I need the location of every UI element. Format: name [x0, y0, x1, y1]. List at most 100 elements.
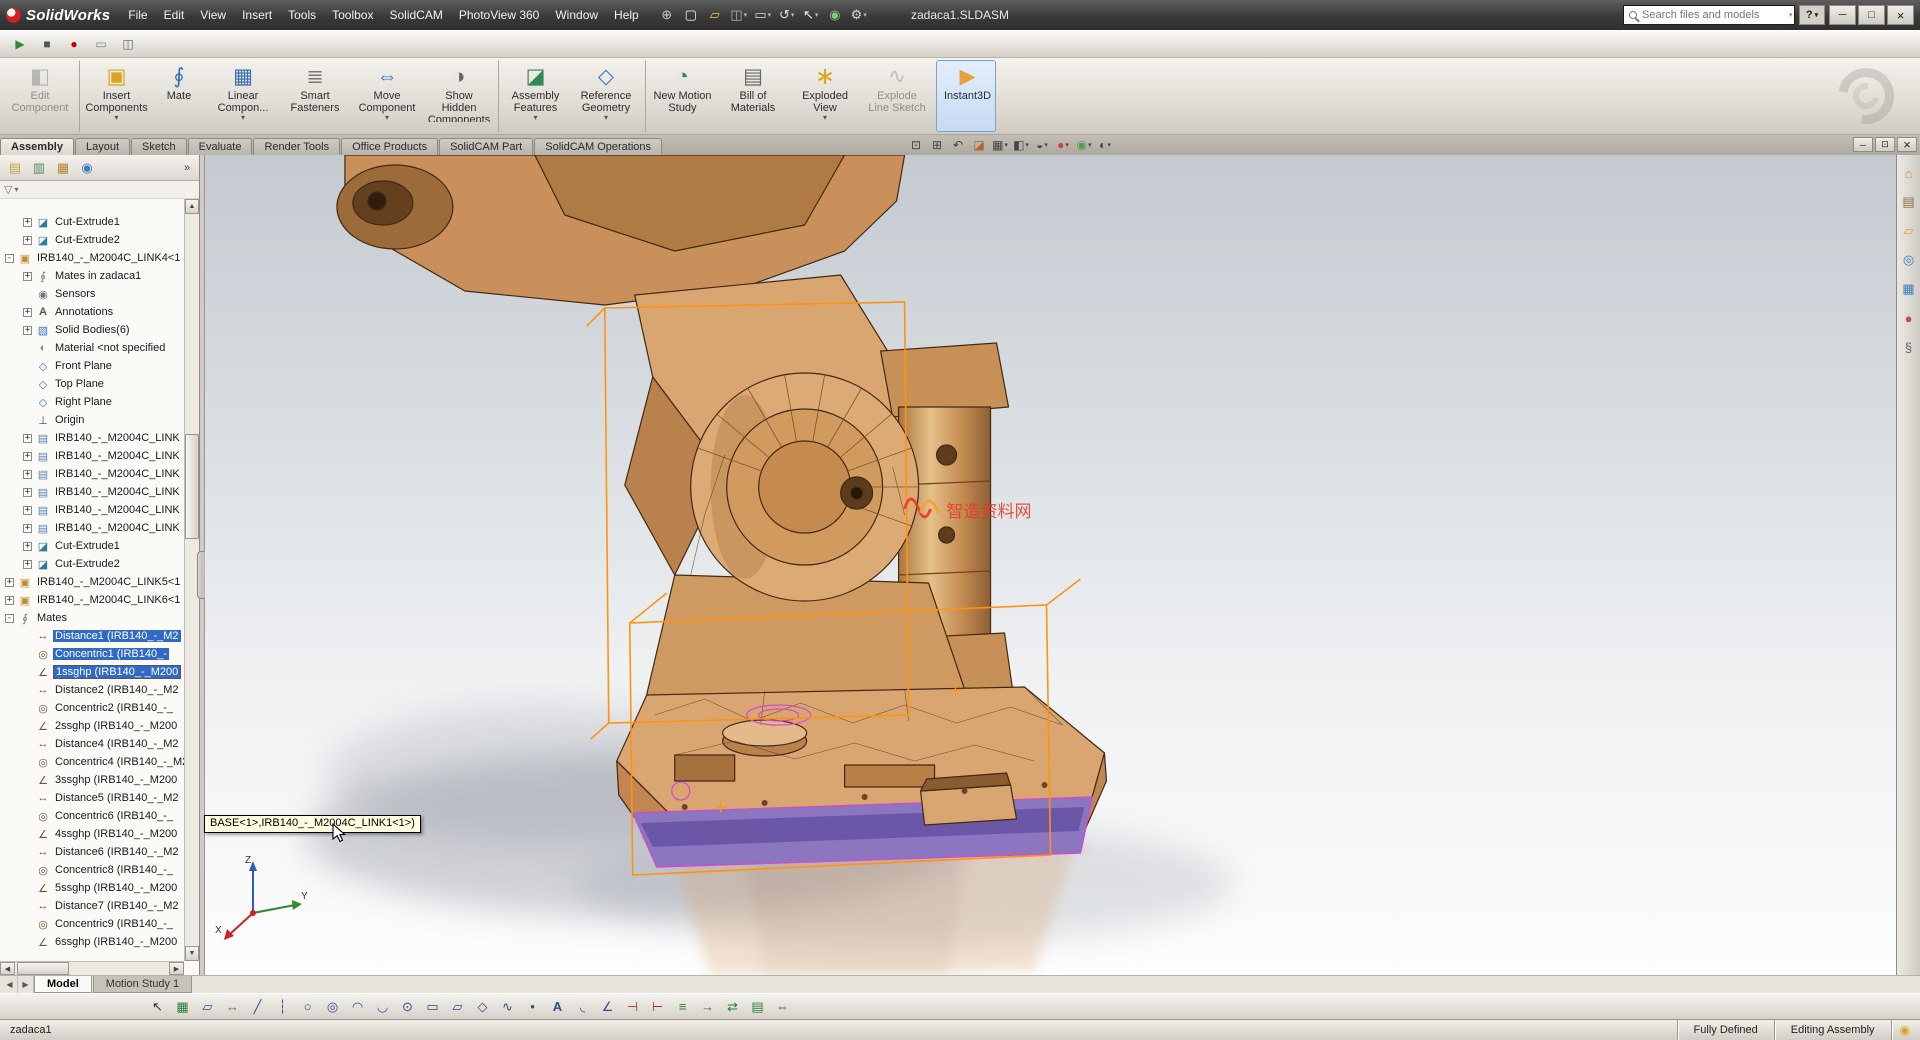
ribbon-button[interactable]: Assembly Features ▾: [498, 60, 570, 132]
rebuild-icon[interactable]: [823, 4, 847, 26]
hide-show-items-icon[interactable]: [1032, 136, 1052, 154]
circle-icon[interactable]: [296, 996, 319, 1017]
tree-row[interactable]: + Solid Bodies(6): [0, 321, 184, 339]
convert-entities-icon[interactable]: [696, 996, 719, 1017]
tree-row[interactable]: + Cut-Extrude2: [0, 231, 184, 249]
sketch-grid-icon[interactable]: [171, 996, 194, 1017]
expander-icon[interactable]: +: [23, 524, 32, 533]
expand-panel-icon[interactable]: [179, 162, 195, 174]
text-icon[interactable]: [546, 996, 569, 1017]
new-macro-icon[interactable]: [89, 33, 113, 55]
ribbon-button[interactable]: Mate ▾: [151, 60, 207, 132]
scroll-up-icon[interactable]: ▲: [185, 199, 199, 214]
stop-icon[interactable]: [35, 33, 59, 55]
chamfer-icon[interactable]: [596, 996, 619, 1017]
line-icon[interactable]: [246, 996, 269, 1017]
command-tab[interactable]: Assembly: [0, 138, 74, 155]
command-tab[interactable]: SolidCAM Part: [439, 138, 533, 155]
view-palette-icon[interactable]: [1899, 279, 1919, 299]
command-tab[interactable]: Office Products: [341, 138, 438, 155]
tree-row[interactable]: - Mates: [0, 609, 184, 627]
chevron-down-icon[interactable]: ▾: [114, 114, 118, 122]
ribbon-button[interactable]: Smart Fasteners ▾: [279, 60, 351, 132]
section-view-icon[interactable]: [969, 136, 989, 154]
pin-icon[interactable]: [655, 4, 679, 26]
tree-row[interactable]: Concentric6 (IRB140_-_: [0, 807, 184, 825]
ribbon-button[interactable]: Bill of Materials ▾: [717, 60, 789, 132]
command-tab[interactable]: Layout: [75, 138, 130, 155]
property-manager-icon[interactable]: [28, 158, 50, 178]
zoom-area-icon[interactable]: [927, 136, 947, 154]
tree-row[interactable]: Concentric8 (IRB140_-_: [0, 861, 184, 879]
expander-icon[interactable]: +: [23, 308, 32, 317]
scroll-right-icon[interactable]: ▶: [169, 962, 184, 975]
menu-item[interactable]: File: [120, 4, 155, 26]
expander-icon[interactable]: +: [23, 470, 32, 479]
appearances-icon[interactable]: [1899, 308, 1919, 328]
chevron-down-icon[interactable]: ▾: [14, 185, 18, 194]
ribbon-button[interactable]: New Motion Study ▾: [645, 60, 717, 132]
tree-row[interactable]: Distance6 (IRB140_-_M2: [0, 843, 184, 861]
tree-row[interactable]: Concentric1 (IRB140_-: [0, 645, 184, 663]
document-tab[interactable]: Model: [34, 976, 92, 993]
configuration-manager-icon[interactable]: [52, 158, 74, 178]
previous-view-icon[interactable]: [948, 136, 968, 154]
expander-icon[interactable]: +: [23, 452, 32, 461]
open-icon[interactable]: [703, 4, 727, 26]
offset-icon[interactable]: [671, 996, 694, 1017]
tree-row[interactable]: + Annotations: [0, 303, 184, 321]
extend-icon[interactable]: [646, 996, 669, 1017]
options-icon[interactable]: [847, 4, 871, 26]
rectangle-icon[interactable]: [421, 996, 444, 1017]
expander-icon[interactable]: +: [23, 542, 32, 551]
maximize-icon[interactable]: [1858, 5, 1885, 25]
ribbon-button[interactable]: Move Component ▾: [351, 60, 423, 132]
display-style-icon[interactable]: [1011, 136, 1031, 154]
point-icon[interactable]: [521, 996, 544, 1017]
feature-manager-icon[interactable]: [4, 158, 26, 178]
tree-row[interactable]: Concentric2 (IRB140_-_: [0, 699, 184, 717]
expander-icon[interactable]: +: [23, 488, 32, 497]
parallelogram-icon[interactable]: [446, 996, 469, 1017]
ribbon-button[interactable]: Instant3D ▾: [936, 60, 996, 132]
ribbon-button[interactable]: Linear Compon... ▾: [207, 60, 279, 132]
ribbon-button[interactable]: Show Hidden Components ▾: [423, 60, 495, 132]
scrollbar-thumb[interactable]: [17, 962, 69, 975]
expander-icon[interactable]: +: [23, 236, 32, 245]
fillet-icon[interactable]: [571, 996, 594, 1017]
select-icon[interactable]: [146, 996, 169, 1017]
help-button[interactable]: ?: [1799, 5, 1825, 25]
undo-icon[interactable]: [775, 4, 799, 26]
chevron-down-icon[interactable]: ▾: [604, 114, 608, 122]
view-settings-icon[interactable]: [1095, 136, 1115, 154]
apply-scene-icon[interactable]: [1074, 136, 1094, 154]
tree-row[interactable]: + IRB140_-_M2004C_LINK: [0, 447, 184, 465]
search-results-icon[interactable]: [1899, 250, 1919, 270]
tree-row[interactable]: + Mates in zadaca1: [0, 267, 184, 285]
document-tab[interactable]: Motion Study 1: [93, 976, 192, 993]
chevron-down-icon[interactable]: ▾: [823, 114, 827, 122]
design-library-icon[interactable]: [1899, 192, 1919, 212]
ribbon-button[interactable]: Reference Geometry ▾: [570, 60, 642, 132]
menu-item[interactable]: Toolbox: [324, 4, 381, 26]
expander-icon[interactable]: +: [23, 326, 32, 335]
tree-row[interactable]: 4ssghp (IRB140_-_M200: [0, 825, 184, 843]
tree-row[interactable]: Right Plane: [0, 393, 184, 411]
centerline-icon[interactable]: [271, 996, 294, 1017]
tree-row[interactable]: + IRB140_-_M2004C_LINK: [0, 465, 184, 483]
tree-row[interactable]: + IRB140_-_M2004C_LINK: [0, 501, 184, 519]
tree-row[interactable]: + Cut-Extrude1: [0, 213, 184, 231]
ribbon-button[interactable]: Exploded View ▾: [789, 60, 861, 132]
tree-row[interactable]: + Cut-Extrude1: [0, 537, 184, 555]
print-icon[interactable]: [751, 4, 775, 26]
close-icon[interactable]: [1897, 137, 1917, 152]
menu-item[interactable]: Edit: [156, 4, 193, 26]
scroll-left-icon[interactable]: ◀: [0, 962, 15, 975]
spline-icon[interactable]: [496, 996, 519, 1017]
expander-icon[interactable]: +: [23, 434, 32, 443]
arc-icon[interactable]: [346, 996, 369, 1017]
quick-tips-icon[interactable]: ◉: [1891, 1020, 1918, 1040]
view-orientation-icon[interactable]: [990, 136, 1010, 154]
menu-item[interactable]: PhotoView 360: [451, 4, 548, 26]
tangent-arc-icon[interactable]: [371, 996, 394, 1017]
